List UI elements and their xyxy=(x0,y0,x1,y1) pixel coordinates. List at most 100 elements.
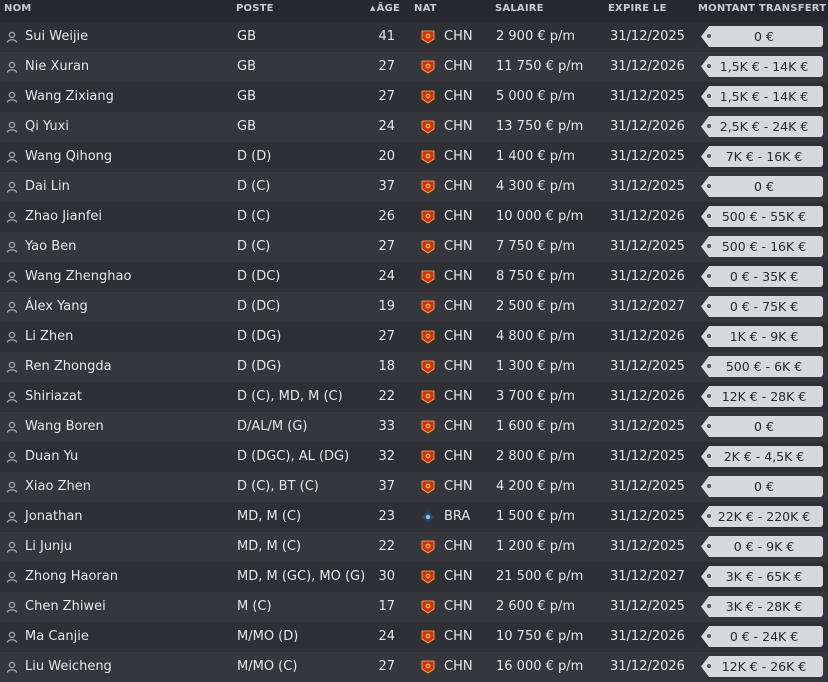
column-header-transfer-value[interactable]: MONTANT TRANSFERT xyxy=(698,3,826,14)
player-icon[interactable] xyxy=(6,271,18,283)
table-row[interactable]: Jonathan MD, M (C) 23 BRA 1 500 € p/m 31… xyxy=(0,502,828,532)
player-name[interactable]: Álex Yang xyxy=(25,299,88,314)
player-name[interactable]: Jonathan xyxy=(25,509,83,524)
player-icon[interactable] xyxy=(6,211,18,223)
table-row[interactable]: Álex Yang D (DC) 19 CHN 2 500 € p/m 31/1… xyxy=(0,292,828,322)
player-name[interactable]: Wang Qihong xyxy=(25,149,112,164)
player-name[interactable]: Zhao Jianfei xyxy=(25,209,102,224)
player-name[interactable]: Sui Weijie xyxy=(25,29,88,44)
player-position: M/MO (D) xyxy=(237,629,299,644)
transfer-value-tag[interactable]: 3K € - 65K € xyxy=(701,566,823,587)
player-name[interactable]: Nie Xuran xyxy=(25,59,89,74)
player-name[interactable]: Wang Zixiang xyxy=(25,89,114,104)
transfer-value-tag[interactable]: 2,5K € - 24K € xyxy=(701,116,823,137)
table-row[interactable]: Wang Zhenghao D (DC) 24 CHN 8 750 € p/m … xyxy=(0,262,828,292)
transfer-value-tag[interactable]: 500 € - 55K € xyxy=(701,206,823,227)
tag-hole-icon xyxy=(707,484,711,488)
column-header-nationality[interactable]: NAT xyxy=(414,3,437,14)
transfer-value-tag[interactable]: 22K € - 220K € xyxy=(701,506,823,527)
player-icon[interactable] xyxy=(6,601,18,613)
player-icon[interactable] xyxy=(6,391,18,403)
table-row[interactable]: Wang Qihong D (D) 20 CHN 1 400 € p/m 31/… xyxy=(0,142,828,172)
player-contract-expiry: 31/12/2025 xyxy=(610,239,685,254)
player-icon[interactable] xyxy=(6,91,18,103)
table-row[interactable]: Ma Canjie M/MO (D) 24 CHN 10 750 € p/m 3… xyxy=(0,622,828,652)
transfer-value-tag[interactable]: 500 € - 16K € xyxy=(701,236,823,257)
player-name[interactable]: Chen Zhiwei xyxy=(25,599,106,614)
player-icon[interactable] xyxy=(6,571,18,583)
player-contract-expiry: 31/12/2026 xyxy=(610,329,685,344)
player-icon[interactable] xyxy=(6,631,18,643)
column-header-salary[interactable]: SALAIRE xyxy=(495,3,544,14)
transfer-value-tag[interactable]: 0 € - 35K € xyxy=(701,266,823,287)
table-row[interactable]: Xiao Zhen D (C), BT (C) 37 CHN 4 200 € p… xyxy=(0,472,828,502)
player-name[interactable]: Xiao Zhen xyxy=(25,479,91,494)
transfer-value-tag[interactable]: 0 € - 24K € xyxy=(701,626,823,647)
transfer-value-tag[interactable]: 1K € - 9K € xyxy=(701,326,823,347)
transfer-value-tag[interactable]: 7K € - 16K € xyxy=(701,146,823,167)
player-salary: 5 000 € p/m xyxy=(496,89,576,104)
transfer-value-tag[interactable]: 0 € xyxy=(701,26,823,47)
table-row[interactable]: Qi Yuxi GB 24 CHN 13 750 € p/m 31/12/202… xyxy=(0,112,828,142)
table-row[interactable]: Chen Zhiwei M (C) 17 CHN 2 600 € p/m 31/… xyxy=(0,592,828,622)
column-header-position[interactable]: POSTE xyxy=(236,3,274,14)
table-row[interactable]: Zhong Haoran MD, M (GC), MO (G) 30 CHN 2… xyxy=(0,562,828,592)
table-row[interactable]: Wang Boren D/AL/M (G) 33 CHN 1 600 € p/m… xyxy=(0,412,828,442)
table-row[interactable]: Wang Zixiang GB 27 CHN 5 000 € p/m 31/12… xyxy=(0,82,828,112)
player-icon[interactable] xyxy=(6,331,18,343)
player-icon[interactable] xyxy=(6,361,18,373)
player-name[interactable]: Ren Zhongda xyxy=(25,359,112,374)
player-name[interactable]: Shiriazat xyxy=(25,389,82,404)
column-header-expires[interactable]: EXPIRE LE xyxy=(608,3,667,14)
transfer-value-tag[interactable]: 0 € xyxy=(701,476,823,497)
player-name[interactable]: Duan Yu xyxy=(25,449,78,464)
transfer-value-tag[interactable]: 12K € - 28K € xyxy=(701,386,823,407)
player-icon[interactable] xyxy=(6,421,18,433)
player-name[interactable]: Zhong Haoran xyxy=(25,569,118,584)
transfer-value-tag[interactable]: 0 € xyxy=(701,416,823,437)
player-icon[interactable] xyxy=(6,451,18,463)
transfer-value-tag[interactable]: 0 € xyxy=(701,176,823,197)
table-row[interactable]: Yao Ben D (C) 27 CHN 7 750 € p/m 31/12/2… xyxy=(0,232,828,262)
transfer-value-tag[interactable]: 0 € - 75K € xyxy=(701,296,823,317)
player-icon[interactable] xyxy=(6,241,18,253)
player-name[interactable]: Yao Ben xyxy=(25,239,76,254)
table-row[interactable]: Zhao Jianfei D (C) 26 CHN 10 000 € p/m 3… xyxy=(0,202,828,232)
player-name[interactable]: Ma Canjie xyxy=(25,629,89,644)
transfer-value-tag[interactable]: 2K € - 4,5K € xyxy=(701,446,823,467)
player-icon[interactable] xyxy=(6,121,18,133)
player-name[interactable]: Qi Yuxi xyxy=(25,119,69,134)
table-row[interactable]: Sui Weijie GB 41 CHN 2 900 € p/m 31/12/2… xyxy=(0,22,828,52)
table-row[interactable]: Li Zhen D (DG) 27 CHN 4 800 € p/m 31/12/… xyxy=(0,322,828,352)
column-header-age[interactable]: ▲ÂGE xyxy=(370,3,400,14)
table-row[interactable]: Shiriazat D (C), MD, M (C) 22 CHN 3 700 … xyxy=(0,382,828,412)
table-row[interactable]: Dai Lin D (C) 37 CHN 4 300 € p/m 31/12/2… xyxy=(0,172,828,202)
player-icon[interactable] xyxy=(6,511,18,523)
transfer-value-tag[interactable]: 0 € - 9K € xyxy=(701,536,823,557)
player-icon[interactable] xyxy=(6,541,18,553)
table-row[interactable]: Li Junju MD, M (C) 22 CHN 1 200 € p/m 31… xyxy=(0,532,828,562)
player-name[interactable]: Liu Weicheng xyxy=(25,659,112,674)
player-name[interactable]: Wang Boren xyxy=(25,419,104,434)
player-name[interactable]: Dai Lin xyxy=(25,179,70,194)
column-header-name[interactable]: NOM xyxy=(4,3,31,14)
player-icon[interactable] xyxy=(6,181,18,193)
player-icon[interactable] xyxy=(6,661,18,673)
table-row[interactable]: Nie Xuran GB 27 CHN 11 750 € p/m 31/12/2… xyxy=(0,52,828,82)
player-icon[interactable] xyxy=(6,301,18,313)
player-name[interactable]: Wang Zhenghao xyxy=(25,269,131,284)
table-row[interactable]: Duan Yu D (DGC), AL (DG) 32 CHN 2 800 € … xyxy=(0,442,828,472)
transfer-value-tag[interactable]: 1,5K € - 14K € xyxy=(701,86,823,107)
player-icon[interactable] xyxy=(6,31,18,43)
player-name[interactable]: Li Zhen xyxy=(25,329,73,344)
transfer-value-tag[interactable]: 500 € - 6K € xyxy=(701,356,823,377)
player-icon[interactable] xyxy=(6,151,18,163)
transfer-value-tag[interactable]: 1,5K € - 14K € xyxy=(701,56,823,77)
player-position: D (D) xyxy=(237,149,272,164)
player-icon[interactable] xyxy=(6,61,18,73)
transfer-value-tag[interactable]: 12K € - 26K € xyxy=(701,656,823,677)
player-icon[interactable] xyxy=(6,481,18,493)
transfer-value-tag[interactable]: 3K € - 28K € xyxy=(701,596,823,617)
table-row[interactable]: Ren Zhongda D (DG) 18 CHN 1 300 € p/m 31… xyxy=(0,352,828,382)
player-name[interactable]: Li Junju xyxy=(25,539,72,554)
